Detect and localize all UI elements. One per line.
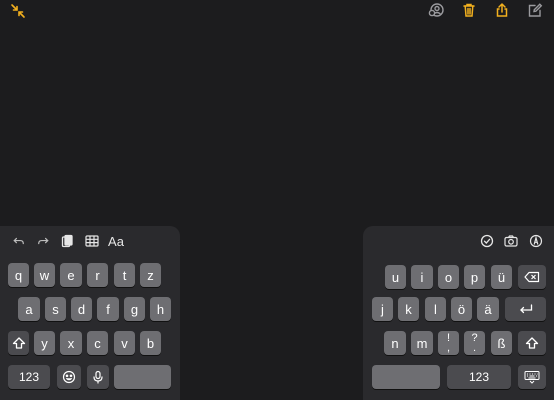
return-key[interactable]	[505, 297, 546, 321]
key-i[interactable]: i	[411, 265, 433, 289]
collaborate-icon[interactable]	[428, 2, 444, 18]
shift-icon	[525, 337, 539, 349]
shift-key-right[interactable]	[518, 331, 546, 355]
return-icon	[519, 304, 532, 314]
shift-icon	[12, 337, 25, 349]
key-g[interactable]: g	[124, 297, 145, 321]
key-a[interactable]: a	[18, 297, 40, 321]
hide-keyboard-key[interactable]	[518, 365, 546, 389]
table-icon[interactable]	[84, 234, 99, 248]
key-question-period[interactable]: ? .	[464, 331, 485, 355]
key-eszett[interactable]: ß	[491, 331, 512, 355]
key-m[interactable]: m	[411, 331, 433, 355]
key-s[interactable]: s	[45, 297, 66, 321]
emoji-icon	[62, 370, 76, 384]
dictation-key[interactable]	[87, 365, 109, 389]
key-u[interactable]: u	[385, 265, 406, 289]
key-z[interactable]: z	[140, 263, 161, 287]
key-p[interactable]: p	[464, 265, 485, 289]
markup-icon[interactable]	[528, 234, 543, 248]
trash-icon[interactable]	[461, 2, 477, 18]
delete-key[interactable]	[518, 265, 546, 289]
format-text-button[interactable]: Aa	[107, 234, 125, 249]
key-exclamation-comma[interactable]: ! ,	[438, 331, 459, 355]
key-k[interactable]: k	[398, 297, 419, 321]
key-u-umlaut[interactable]: ü	[491, 265, 512, 289]
emoji-key[interactable]	[57, 365, 81, 389]
key-r[interactable]: r	[87, 263, 108, 287]
key-e[interactable]: e	[60, 263, 82, 287]
key-b[interactable]: b	[140, 331, 161, 355]
camera-icon[interactable]	[503, 234, 519, 248]
redo-icon[interactable]	[37, 234, 49, 248]
space-key-right[interactable]	[372, 365, 440, 389]
clipboard-icon[interactable]	[60, 234, 74, 248]
checklist-icon[interactable]	[479, 234, 494, 248]
key-h[interactable]: h	[150, 297, 171, 321]
key-c[interactable]: c	[87, 331, 108, 355]
key-o-umlaut[interactable]: ö	[451, 297, 472, 321]
key-bottom-char: ,	[446, 342, 451, 354]
undo-icon[interactable]	[13, 234, 25, 248]
key-l[interactable]: l	[425, 297, 446, 321]
key-n[interactable]: n	[384, 331, 406, 355]
key-q[interactable]: q	[8, 263, 29, 287]
shift-key-left[interactable]	[8, 331, 29, 355]
share-icon[interactable]	[494, 2, 510, 18]
key-y[interactable]: y	[34, 331, 55, 355]
key-f[interactable]: f	[97, 297, 119, 321]
key-a-umlaut[interactable]: ä	[477, 297, 499, 321]
key-x[interactable]: x	[60, 331, 82, 355]
numbers-key-right[interactable]: 123	[447, 365, 511, 389]
microphone-icon	[93, 370, 103, 384]
key-d[interactable]: d	[71, 297, 92, 321]
numbers-key-left[interactable]: 123	[8, 365, 50, 389]
collapse-arrows-icon[interactable]	[10, 3, 26, 19]
key-bottom-char: .	[472, 342, 477, 354]
backspace-icon	[524, 271, 540, 283]
key-w[interactable]: w	[34, 263, 55, 287]
key-j[interactable]: j	[372, 297, 393, 321]
key-v[interactable]: v	[114, 331, 135, 355]
key-t[interactable]: t	[114, 263, 135, 287]
keyboard-hide-icon	[524, 371, 540, 384]
key-o[interactable]: o	[438, 265, 459, 289]
space-key-left[interactable]	[114, 365, 171, 389]
compose-icon[interactable]	[527, 2, 543, 18]
